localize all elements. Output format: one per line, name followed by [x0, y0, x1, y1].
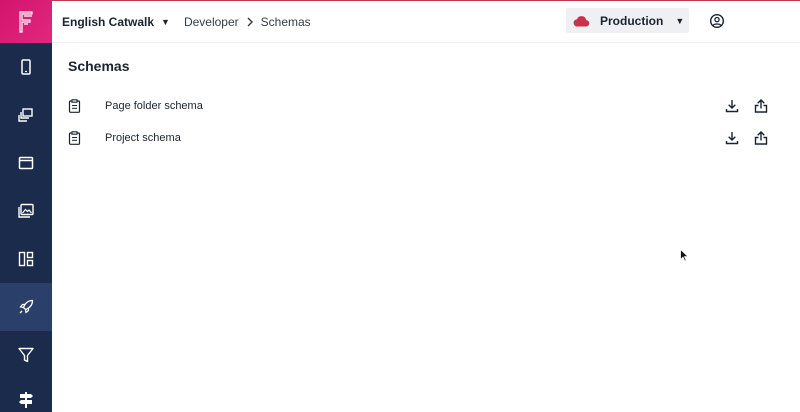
page-title: Schemas — [68, 58, 130, 74]
project-name: English Catwalk — [62, 14, 155, 29]
clipboard-icon — [68, 99, 81, 113]
upload-icon[interactable] — [753, 98, 769, 114]
rocket-icon — [19, 299, 34, 314]
chevron-right-icon — [246, 17, 254, 27]
environment-selector[interactable]: Production ▼ — [566, 8, 689, 33]
nav-item-devices[interactable] — [0, 43, 52, 91]
nav-item-layouts[interactable] — [0, 235, 52, 283]
schema-name[interactable]: Project schema — [105, 132, 181, 144]
mobile-device-icon — [21, 59, 31, 75]
user-account-icon[interactable] — [709, 13, 725, 29]
nav-item-filter[interactable] — [0, 331, 52, 379]
schema-row: Page folder schema — [52, 90, 780, 122]
layout-blocks-icon — [18, 251, 34, 267]
cloud-icon — [572, 15, 590, 27]
download-icon[interactable] — [724, 130, 740, 146]
signpost-icon — [19, 392, 33, 408]
caret-down-icon: ▼ — [675, 15, 685, 26]
upload-icon[interactable] — [753, 130, 769, 146]
schema-row: Project schema — [52, 122, 780, 154]
nav-item-media[interactable] — [0, 187, 52, 235]
schema-name[interactable]: Page folder schema — [105, 100, 203, 112]
nav-item-developer[interactable] — [0, 283, 52, 331]
filter-icon — [18, 347, 34, 363]
image-gallery-icon — [18, 203, 34, 218]
breadcrumb-schemas[interactable]: Schemas — [261, 15, 311, 29]
sidebar — [0, 0, 52, 412]
clipboard-icon — [68, 131, 81, 145]
project-selector[interactable]: English Catwalk ▼ — [62, 15, 170, 29]
environment-label: Production — [600, 13, 664, 28]
nav-item-pages[interactable] — [0, 91, 52, 139]
window-icon — [18, 156, 34, 170]
download-icon[interactable] — [724, 98, 740, 114]
breadcrumb-developer[interactable]: Developer — [184, 15, 239, 29]
stacked-pages-icon — [18, 108, 33, 122]
mouse-cursor-icon — [680, 249, 689, 262]
caret-down-icon: ▼ — [161, 16, 170, 27]
breadcrumb: Developer Schemas — [184, 15, 311, 29]
nav-item-window[interactable] — [0, 139, 52, 187]
nav-item-routes[interactable] — [0, 379, 52, 412]
frontastic-logo-icon[interactable] — [0, 0, 52, 43]
